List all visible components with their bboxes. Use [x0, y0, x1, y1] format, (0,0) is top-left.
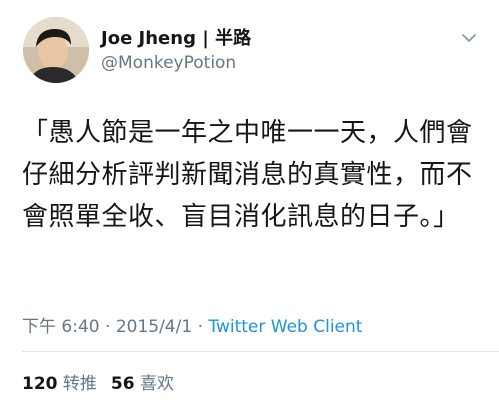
tweet-client-link[interactable]: Twitter Web Client: [208, 317, 362, 337]
tweet-date[interactable]: 2015/4/1: [116, 317, 192, 337]
likes-count: 56: [110, 374, 135, 394]
retweets-count: 120: [22, 374, 58, 394]
author-display-name[interactable]: Joe Jheng | 半路: [101, 24, 251, 50]
avatar[interactable]: [23, 17, 89, 83]
tweet-meta: 下午 6:40 · 2015/4/1 · Twitter Web Client: [22, 312, 362, 337]
tweet-text: 「愚人節是一年之中唯一一天，人們會仔細分析評判新聞消息的真實性，而不會照單全收、…: [22, 118, 473, 232]
tweet-stats: 120 转推 56 喜欢: [22, 369, 188, 394]
likes-stat[interactable]: 56 喜欢: [111, 374, 174, 394]
divider: [22, 351, 499, 352]
meta-separator: ·: [99, 317, 116, 337]
tweet-time[interactable]: 下午 6:40: [22, 317, 100, 337]
chevron-down-icon[interactable]: [461, 30, 477, 46]
author-handle[interactable]: @MonkeyPotion: [101, 53, 236, 73]
meta-separator: ·: [192, 317, 209, 337]
retweets-label: 转推: [62, 374, 97, 394]
retweets-stat[interactable]: 120 转推: [22, 374, 97, 394]
likes-label: 喜欢: [139, 374, 174, 394]
